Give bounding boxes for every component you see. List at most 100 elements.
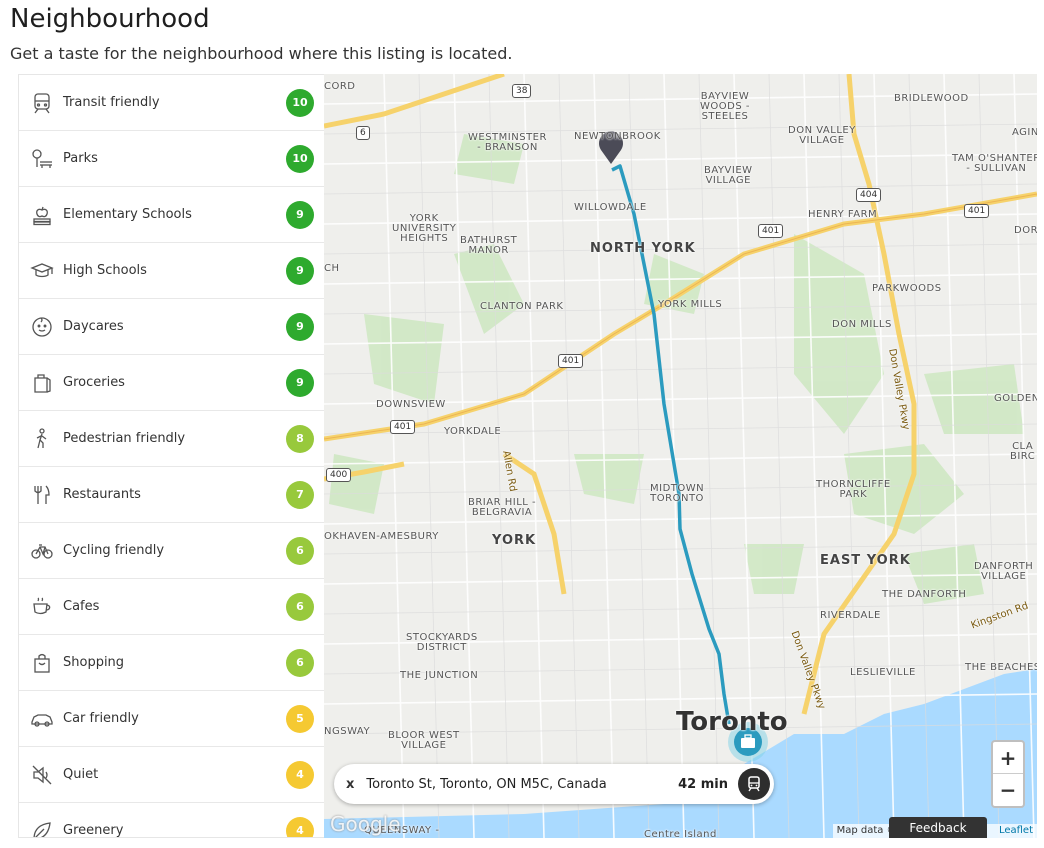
map-label: YORK — [492, 533, 537, 548]
transit-mode-button[interactable] — [738, 768, 770, 800]
map-label: DOR — [1014, 225, 1037, 236]
map-label: YORK UNIVERSITY HEIGHTS — [392, 213, 457, 244]
map-label: NEWTONBROOK — [574, 131, 661, 142]
page-subtitle: Get a taste for the neighbourhood where … — [10, 44, 513, 63]
score-badge: 10 — [286, 88, 314, 117]
baby-face-icon — [29, 314, 55, 340]
map-label: HENRY FARM — [808, 209, 878, 220]
feedback-button[interactable]: Feedback — [889, 817, 987, 838]
zoom-in-button[interactable]: + — [993, 742, 1023, 774]
map-label: WILLOWDALE — [574, 202, 647, 213]
map-label: CLANTON PARK — [480, 301, 564, 312]
map-label: EAST YORK — [820, 553, 911, 568]
map[interactable]: CORD WESTMINSTER - BRANSON NEWTONBROOK B… — [324, 74, 1037, 838]
score-row-transit-friendly[interactable]: Transit friendly 10 — [19, 75, 324, 131]
score-row-cafes[interactable]: Cafes 6 — [19, 579, 324, 635]
map-label: CH — [324, 263, 340, 274]
highway-shield: 400 — [326, 468, 352, 482]
highway-shield: 6 — [356, 126, 370, 140]
shopping-bag-icon — [29, 650, 55, 676]
map-label: BLOOR WEST VILLAGE — [388, 730, 460, 751]
clear-destination-button[interactable]: x — [346, 777, 354, 792]
highway-shield: 38 — [512, 84, 532, 98]
map-label: WESTMINSTER - BRANSON — [468, 132, 547, 153]
score-label: Shopping — [63, 655, 125, 670]
map-label: GOLDEN — [994, 393, 1037, 404]
bicycle-icon — [29, 538, 55, 564]
map-label: THE DANFORTH — [882, 589, 967, 600]
map-label: MIDTOWN TORONTO — [650, 483, 705, 504]
map-label: OKHAVEN-AMESBURY — [324, 531, 439, 542]
score-badge: 9 — [286, 200, 314, 229]
score-badge: 7 — [286, 480, 314, 509]
score-badge: 8 — [286, 424, 314, 453]
score-label: Cafes — [63, 599, 100, 614]
destination-address: Toronto St, Toronto, ON M5C, Canada — [366, 776, 607, 792]
map-label: DOWNSVIEW — [376, 399, 446, 410]
score-row-car-friendly[interactable]: Car friendly 5 — [19, 691, 324, 747]
highway-shield: 401 — [758, 224, 784, 238]
map-label: NORTH YORK — [590, 241, 696, 256]
destination-bar: x Toronto St, Toronto, ON M5C, Canada 42… — [334, 764, 774, 804]
map-label: AGIN — [1012, 127, 1037, 138]
attribution-text: Map data © — [836, 825, 897, 836]
score-row-daycares[interactable]: Daycares 9 — [19, 299, 324, 355]
score-row-parks[interactable]: Parks 10 — [19, 131, 324, 187]
highway-shield: 404 — [856, 188, 882, 202]
score-row-restaurants[interactable]: Restaurants 7 — [19, 467, 324, 523]
map-label: DON MILLS — [832, 319, 892, 330]
map-label: BATHURST MANOR — [460, 235, 518, 256]
score-label: Pedestrian friendly — [63, 431, 186, 446]
page-title: Neighbourhood — [10, 4, 210, 34]
map-label: BAYVIEW WOODS - STEELES — [700, 91, 750, 122]
score-badge: 4 — [286, 816, 314, 837]
fork-knife-icon — [29, 482, 55, 508]
score-row-high-schools[interactable]: High Schools 9 — [19, 243, 324, 299]
map-city-label: Toronto — [676, 707, 788, 737]
coffee-cup-icon — [29, 594, 55, 620]
score-badge: 6 — [286, 592, 314, 621]
map-label: THE JUNCTION — [400, 670, 479, 681]
map-label: YORKDALE — [444, 426, 502, 437]
score-badge: 6 — [286, 648, 314, 677]
map-label: DANFORTH VILLAGE — [974, 561, 1034, 582]
score-row-cycling-friendly[interactable]: Cycling friendly 6 — [19, 523, 324, 579]
map-label: TAM O'SHANTER - SULLIVAN — [952, 153, 1037, 174]
score-row-greenery[interactable]: Greenery 4 — [19, 803, 324, 837]
score-row-shopping[interactable]: Shopping 6 — [19, 635, 324, 691]
score-label: Groceries — [63, 375, 125, 390]
transit-icon — [748, 776, 760, 792]
score-badge: 9 — [286, 312, 314, 341]
score-badge: 9 — [286, 368, 314, 397]
score-label: Parks — [63, 151, 98, 166]
park-bench-icon — [29, 146, 55, 172]
score-row-pedestrian-friendly[interactable]: Pedestrian friendly 8 — [19, 411, 324, 467]
commute-time: 42 min — [678, 776, 728, 792]
score-label: High Schools — [63, 263, 147, 278]
score-label: Quiet — [63, 767, 99, 782]
map-label: BRIAR HILL - BELGRAVIA — [468, 497, 537, 518]
map-label: PARKWOODS — [872, 283, 942, 294]
car-icon — [29, 706, 55, 732]
map-label: Centre Island — [644, 829, 717, 839]
score-row-quiet[interactable]: Quiet 4 — [19, 747, 324, 803]
map-label: CLA BIRC — [1010, 441, 1036, 462]
zoom-out-button[interactable]: − — [993, 774, 1023, 806]
map-label: STOCKYARDS DISTRICT — [406, 632, 478, 653]
neighbourhood-scores-list: Transit friendly 10 Parks 10 Elementary Scho… — [18, 74, 324, 838]
score-label: Cycling friendly — [63, 543, 165, 558]
score-row-elementary-schools[interactable]: Elementary Schools 9 — [19, 187, 324, 243]
highway-shield: 401 — [390, 420, 416, 434]
map-label: NGSWAY — [324, 726, 371, 737]
leaf-icon — [29, 818, 55, 837]
leaflet-link[interactable]: Leaflet — [999, 825, 1033, 836]
map-label: THE BEACHES — [965, 662, 1037, 673]
map-label: BRIDLEWOOD — [894, 93, 969, 104]
score-badge: 9 — [286, 256, 314, 285]
score-row-groceries[interactable]: Groceries 9 — [19, 355, 324, 411]
score-badge: 10 — [286, 144, 314, 173]
highway-shield: 401 — [964, 204, 990, 218]
score-label: Transit friendly — [63, 95, 160, 110]
score-label: Restaurants — [63, 487, 141, 502]
map-label: DON VALLEY VILLAGE — [788, 125, 856, 146]
